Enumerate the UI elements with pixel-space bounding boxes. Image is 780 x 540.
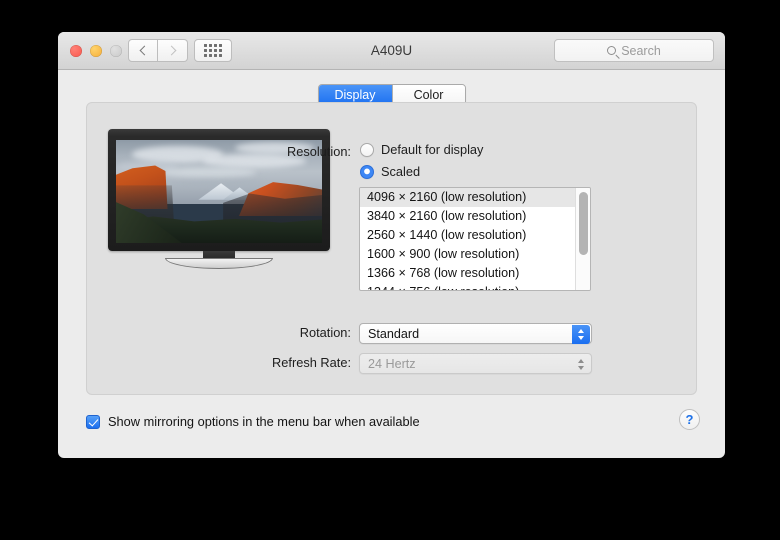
display-settings-panel: Resolution: Default for display Scaled 4… [86, 102, 697, 395]
resolution-option-scaled[interactable]: Scaled [360, 164, 420, 179]
resolution-option-default-label: Default for display [381, 142, 484, 157]
mirroring-checkbox[interactable] [86, 414, 100, 429]
resolution-list-item[interactable]: 1600 × 900 (low resolution) [360, 245, 575, 264]
rotation-value: Standard [368, 326, 420, 341]
search-placeholder: Search [621, 43, 661, 58]
resolution-list-item[interactable]: 3840 × 2160 (low resolution) [360, 207, 575, 226]
resolution-list-scrollbar[interactable] [575, 188, 590, 290]
refresh-rate-label: Refresh Rate: [272, 355, 351, 370]
resolution-list-item[interactable]: 1344 × 756 (low resolution) [360, 283, 575, 290]
rotation-label: Rotation: [299, 325, 351, 340]
rotation-stepper-icon[interactable] [572, 325, 590, 344]
display-preferences-window: A409U Search Display Color Resolution: D… [58, 32, 725, 458]
scrollbar-thumb[interactable] [579, 192, 588, 255]
search-icon [607, 46, 617, 55]
rotation-popup-button[interactable]: Standard [359, 323, 592, 344]
refresh-rate-stepper-icon [572, 355, 590, 374]
wallpaper-cloud [161, 166, 257, 179]
resolution-label: Resolution: [286, 144, 351, 159]
resolution-option-default[interactable]: Default for display [360, 142, 483, 157]
resolution-list-items: 4096 × 2160 (low resolution) 3840 × 2160… [360, 188, 575, 290]
search-field[interactable]: Search [554, 39, 714, 62]
radio-button-scaled[interactable] [360, 164, 374, 179]
resolution-list-item[interactable]: 2560 × 1440 (low resolution) [360, 226, 575, 245]
monitor-stand-base [165, 258, 273, 269]
resolution-list[interactable]: 4096 × 2160 (low resolution) 3840 × 2160… [359, 187, 591, 291]
resolution-list-item[interactable]: 1366 × 768 (low resolution) [360, 264, 575, 283]
radio-button-default[interactable] [360, 142, 374, 157]
window-titlebar: A409U Search [58, 32, 725, 70]
refresh-rate-value: 24 Hertz [368, 356, 416, 371]
mirroring-checkbox-label: Show mirroring options in the menu bar w… [108, 414, 420, 429]
mirroring-checkbox-row[interactable]: Show mirroring options in the menu bar w… [86, 414, 420, 429]
resolution-list-item[interactable]: 4096 × 2160 (low resolution) [360, 188, 575, 207]
refresh-rate-popup-button: 24 Hertz [359, 353, 592, 374]
resolution-option-scaled-label: Scaled [381, 164, 421, 179]
help-button[interactable]: ? [679, 409, 700, 430]
